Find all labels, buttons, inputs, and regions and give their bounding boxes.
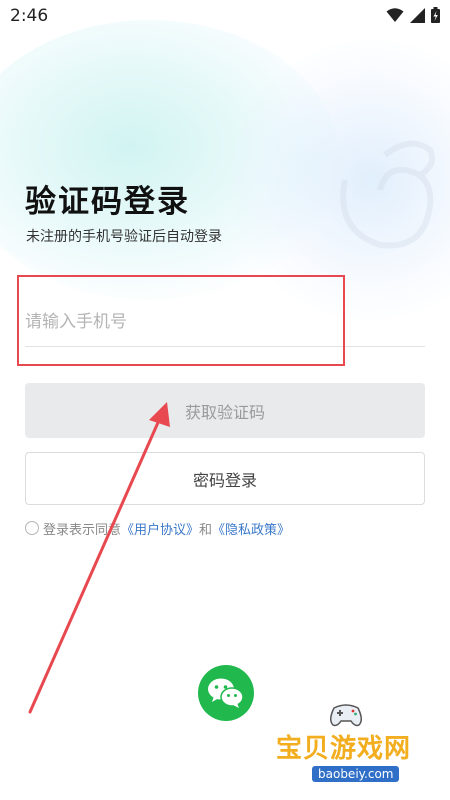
agreement-checkbox[interactable] bbox=[25, 521, 39, 535]
wechat-icon bbox=[208, 678, 244, 708]
page-title: 验证码登录 bbox=[25, 184, 190, 220]
agreement-prefix: 登录表示同意 bbox=[43, 522, 122, 538]
agreement-row: 登录表示同意 《用户协议》 和 《隐私政策》 bbox=[25, 518, 290, 538]
gamepad-icon bbox=[330, 704, 362, 727]
wifi-icon bbox=[386, 7, 404, 22]
annotation-highlight-box bbox=[17, 275, 345, 366]
site-watermark: 宝贝游戏网 baobeiy.com bbox=[270, 700, 430, 795]
status-bar: 2:46 bbox=[0, 0, 450, 34]
get-code-label: 获取验证码 bbox=[184, 402, 265, 422]
wechat-login-button[interactable] bbox=[198, 665, 254, 721]
privacy-policy-link[interactable]: 《隐私政策》 bbox=[212, 519, 290, 538]
user-agreement-link[interactable]: 《用户协议》 bbox=[121, 519, 199, 538]
status-icons bbox=[386, 7, 440, 23]
battery-icon bbox=[431, 7, 440, 23]
get-code-button[interactable]: 获取验证码 bbox=[25, 383, 425, 438]
signal-icon bbox=[410, 7, 425, 23]
password-login-button[interactable]: 密码登录 bbox=[25, 452, 425, 505]
watermark-brand: 宝贝游戏网 bbox=[276, 734, 412, 764]
decorative-shape-icon bbox=[340, 140, 435, 249]
page-subtitle: 未注册的手机号验证后自动登录 bbox=[26, 229, 222, 245]
password-login-label: 密码登录 bbox=[192, 470, 257, 490]
status-time: 2:46 bbox=[10, 6, 49, 26]
agreement-and: 和 bbox=[199, 522, 213, 538]
watermark-url: baobeiy.com bbox=[312, 766, 400, 782]
